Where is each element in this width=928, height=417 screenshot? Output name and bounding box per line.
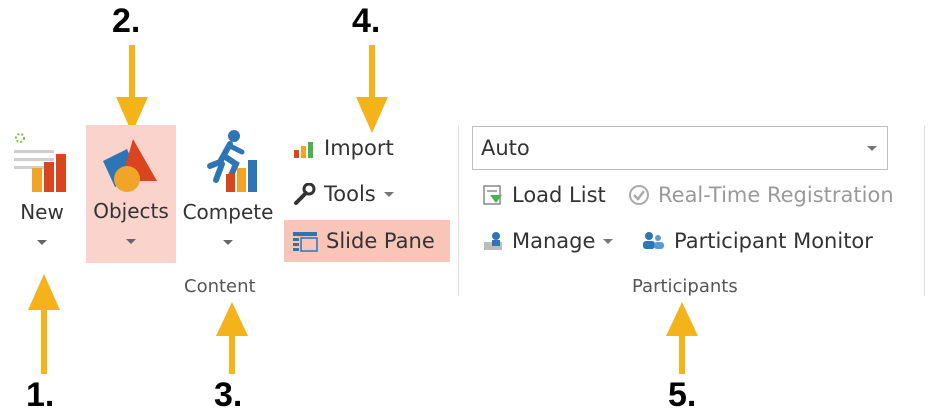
- tools-button[interactable]: Tools: [284, 176, 402, 212]
- chevron-down-icon: [37, 240, 47, 245]
- slide-pane-button[interactable]: Slide Pane: [284, 220, 450, 262]
- realtime-registration-icon: [629, 185, 649, 205]
- group-separator: [458, 126, 459, 296]
- chevron-down-icon: [126, 239, 136, 244]
- manage-button[interactable]: Manage: [474, 223, 621, 259]
- import-button[interactable]: Import: [284, 130, 402, 166]
- import-icon: [294, 142, 313, 158]
- objects-icon: [103, 139, 157, 192]
- arrow-up-3: [216, 302, 248, 374]
- new-button[interactable]: New: [10, 128, 74, 264]
- callout-2: 2.: [112, 2, 141, 40]
- participant-monitor-label: Participant Monitor: [674, 229, 873, 253]
- load-list-button[interactable]: Load List: [474, 177, 614, 213]
- content-group-label: Content: [184, 276, 256, 297]
- objects-label: Objects: [93, 199, 169, 223]
- import-label: Import: [324, 136, 394, 160]
- participant-list-value: Auto: [481, 136, 530, 160]
- slide-pane-icon: [293, 232, 318, 252]
- load-list-icon: [483, 185, 502, 205]
- realtime-registration-label: Real-Time Registration: [658, 183, 894, 207]
- callout-3: 3.: [214, 376, 243, 414]
- chevron-down-icon: [867, 146, 877, 151]
- manage-label: Manage: [512, 229, 596, 253]
- tools-label: Tools: [324, 182, 376, 206]
- chevron-down-icon: [223, 240, 233, 245]
- participant-list-dropdown[interactable]: Auto: [472, 126, 888, 170]
- callout-1: 1.: [26, 376, 55, 414]
- callout-4: 4.: [352, 2, 381, 40]
- participants-group-label: Participants: [632, 276, 738, 297]
- objects-button[interactable]: Objects: [86, 125, 176, 263]
- compete-label: Compete: [182, 200, 274, 224]
- new-label: New: [20, 200, 64, 224]
- arrow-down-4: [356, 45, 388, 133]
- arrow-up-5: [666, 302, 698, 374]
- chevron-down-icon: [603, 238, 614, 244]
- callout-5: 5.: [668, 376, 697, 414]
- manage-icon: [484, 232, 502, 250]
- compete-icon: [207, 130, 257, 192]
- chevron-down-icon: [383, 191, 394, 197]
- compete-button[interactable]: Compete: [180, 128, 276, 264]
- new-icon: [14, 133, 66, 192]
- arrow-up-1: [28, 274, 60, 374]
- participant-monitor-icon: [643, 232, 664, 249]
- realtime-registration-button[interactable]: Real-Time Registration: [620, 177, 902, 213]
- participant-monitor-button[interactable]: Participant Monitor: [632, 223, 881, 259]
- load-list-label: Load List: [512, 183, 606, 207]
- slide-pane-label: Slide Pane: [326, 229, 435, 253]
- arrow-down-2: [116, 45, 148, 133]
- group-separator: [924, 126, 925, 296]
- tools-icon: [294, 183, 316, 205]
